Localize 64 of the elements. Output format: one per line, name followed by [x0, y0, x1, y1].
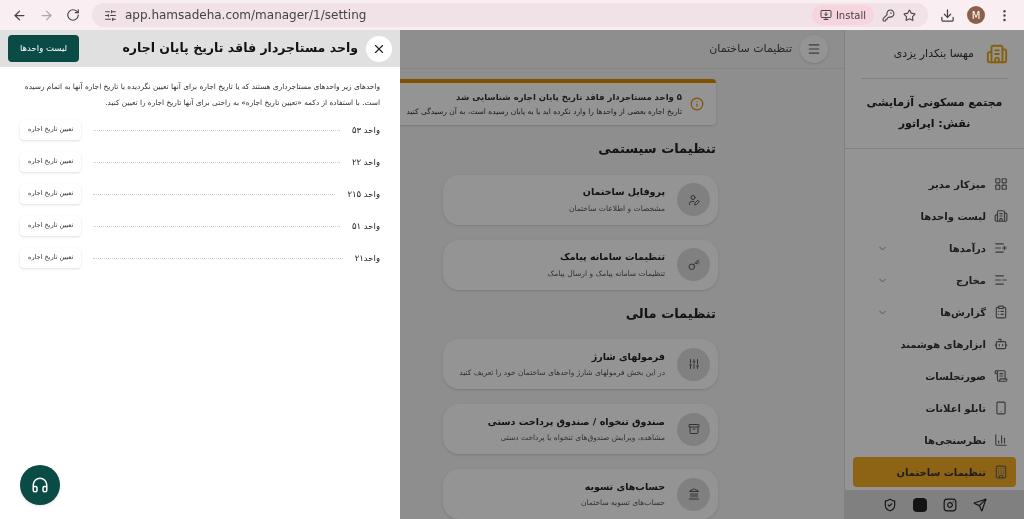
install-icon: [819, 9, 832, 21]
site-settings-icon[interactable]: [104, 8, 117, 22]
nav-icon: [994, 209, 1008, 223]
card-icon: [677, 412, 710, 446]
nav-icon: [994, 465, 1008, 479]
nav-icon: [994, 401, 1008, 415]
nav-item[interactable]: گزارش‌ها: [853, 297, 1016, 327]
reload-icon[interactable]: [66, 8, 80, 22]
card-icon: [677, 477, 710, 511]
card-icon: [677, 248, 710, 281]
url-text: app.hamsadeha.com/manager/1/setting: [125, 7, 368, 24]
address-bar[interactable]: app.hamsadeha.com/manager/1/setting Install: [92, 3, 928, 27]
role-text: نقش: اپراتور: [898, 115, 971, 132]
nav-item[interactable]: درآمدها: [853, 233, 1016, 263]
card-title: صندوق تنخواه / صندوق پرداخت دستی: [487, 414, 665, 429]
profile-avatar[interactable]: M: [967, 6, 985, 24]
nav-icon: [994, 433, 1008, 447]
nav-item[interactable]: ابزارهای هوشمند: [853, 329, 1016, 359]
nav-icon: [994, 241, 1008, 255]
nav-icon: [994, 369, 1008, 383]
nav-icon: [994, 337, 1008, 351]
page-title: تنظیمات ساختمان: [709, 40, 792, 57]
card-icon: [677, 347, 710, 381]
unit-name: واحد ۵۱: [351, 219, 380, 233]
download-icon[interactable]: [940, 7, 955, 23]
complex-name: مجتمع مسکونی آزمایشی: [866, 95, 1003, 111]
unit-name: واحد ۵۳: [351, 123, 380, 137]
card-title: پروفایل ساختمان: [581, 185, 665, 200]
alert-title: ۵ واحد مستاجردار فاقد تاریخ پایان اجاره شناسایی شد: [455, 91, 682, 104]
card-title: تنظیمات سامانه پیامک: [559, 250, 665, 265]
nav-item[interactable]: نظرسنجی‌ها: [853, 425, 1016, 455]
nav-item[interactable]: مخارج: [853, 265, 1016, 295]
nav-item[interactable]: تابلو اعلانات: [853, 393, 1016, 423]
headset-icon: [31, 476, 49, 494]
unit-name: واحد۲۱: [354, 251, 380, 265]
unit-name: واحد ۲۲: [351, 155, 380, 169]
units-list-button[interactable]: لیست واحدها: [8, 35, 80, 62]
menu-button[interactable]: [800, 35, 828, 63]
card-title: حساب‌های تسویه: [583, 479, 665, 494]
back-icon[interactable]: [12, 7, 27, 23]
nav-item[interactable]: صورتجلسات: [853, 361, 1016, 391]
key-icon[interactable]: [882, 8, 895, 22]
info-icon: [690, 97, 704, 111]
nav-icon: [994, 273, 1008, 287]
shield-check-icon[interactable]: [882, 497, 897, 512]
nav-item[interactable]: تنظیمات ساختمان: [853, 457, 1016, 487]
drawer-title: واحد مستاجردار فاقد تاریخ پایان اجاره: [121, 39, 358, 58]
instagram-icon[interactable]: [942, 497, 957, 512]
install-button[interactable]: Install: [811, 5, 874, 25]
menu-icon: [807, 42, 821, 56]
bookmark-icon[interactable]: [903, 8, 916, 22]
section-title: تنظیمات مالی: [625, 304, 716, 323]
logo-icon: [986, 43, 1008, 65]
nav-icon: [994, 305, 1008, 319]
close-button[interactable]: [366, 35, 392, 62]
unit-name: واحد ۲۱۵: [347, 187, 380, 201]
nav-item[interactable]: لیست واحدها: [853, 201, 1016, 231]
nav-item[interactable]: میزکار مدیر: [853, 169, 1016, 199]
card-icon: [677, 183, 710, 216]
card-title: فرمولهای شارژ: [590, 349, 665, 364]
paper-plane-icon[interactable]: [972, 497, 987, 512]
user-name: مهسا بنکدار یزدی: [893, 45, 974, 62]
section-title: تنظیمات سیستمی: [598, 140, 716, 158]
nav-icon: [994, 177, 1008, 191]
